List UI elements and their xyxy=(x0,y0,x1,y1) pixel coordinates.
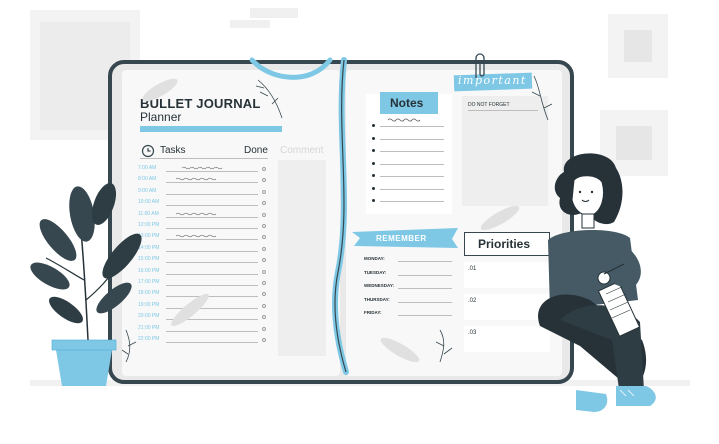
potted-plant-illustration xyxy=(30,183,142,386)
woman-illustration xyxy=(538,153,656,412)
